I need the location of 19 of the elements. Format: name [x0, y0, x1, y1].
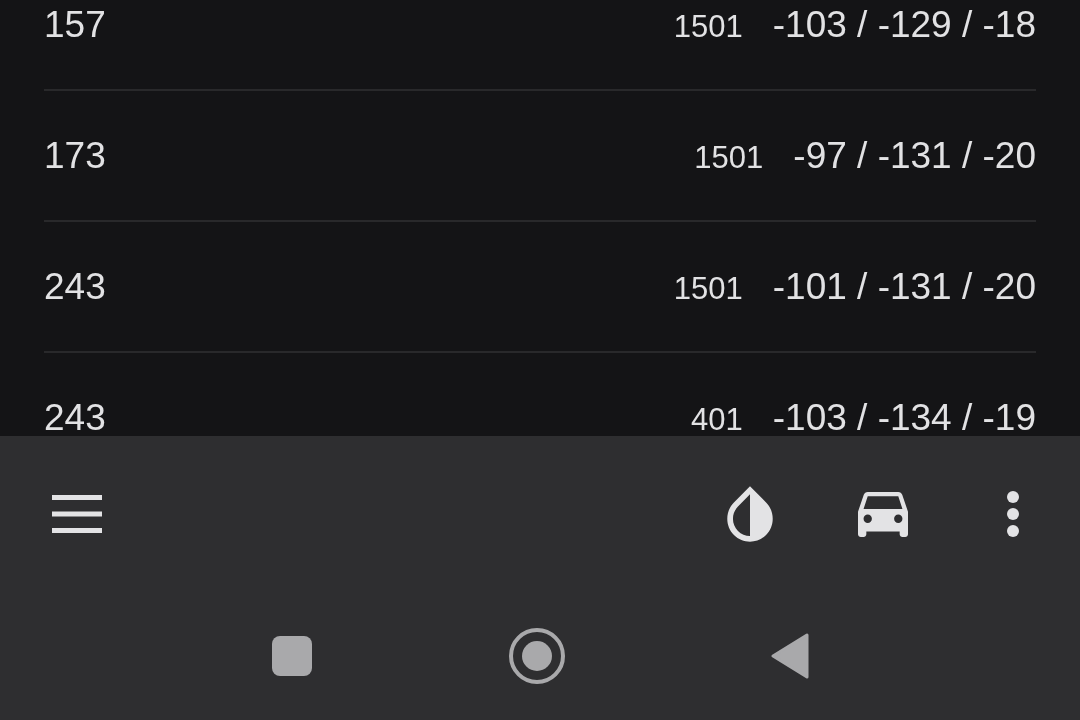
table-cell: 401: [691, 404, 743, 435]
table-cell: 1501: [694, 142, 764, 173]
circle-icon[interactable]: [508, 628, 565, 684]
table-cell: -101 / -131 / -20: [772, 268, 1036, 305]
table-cell: 1501: [673, 273, 743, 304]
menu-icon[interactable]: [52, 495, 102, 533]
square-icon[interactable]: [271, 636, 312, 676]
table-cell: -103 / -134 / -19: [772, 399, 1036, 436]
table-cell: 157: [44, 6, 106, 43]
table-cell: -103 / -129 / -18: [772, 6, 1036, 43]
half-drop-icon[interactable]: [727, 486, 773, 542]
more-icon[interactable]: [1007, 491, 1019, 537]
back-icon[interactable]: [770, 633, 809, 679]
table-cell: 173: [44, 137, 106, 174]
table-cell: 243: [44, 399, 106, 436]
car-icon[interactable]: [858, 491, 908, 537]
table-cell: 243: [44, 268, 106, 305]
table-cell: -97 / -131 / -20: [793, 137, 1036, 174]
table-cell: 1501: [673, 11, 743, 42]
